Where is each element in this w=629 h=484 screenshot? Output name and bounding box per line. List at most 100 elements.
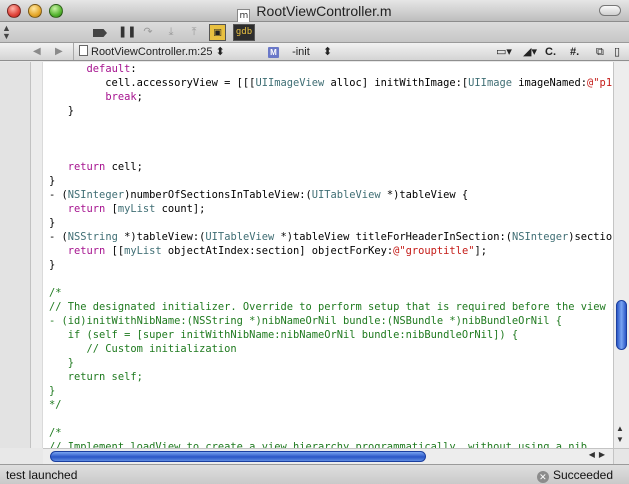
code-line[interactable]: if (self = [super initWithNibName:nibNam…: [49, 328, 613, 342]
code-text[interactable]: default: cell.accessoryView = [[[UIImage…: [49, 62, 613, 448]
debugger-window-button[interactable]: ▣: [209, 24, 226, 41]
code-line[interactable]: return [[myList objectAtIndex:section] o…: [49, 244, 613, 258]
function-popup[interactable]: M -init ⬍: [268, 45, 332, 59]
build-status-label: Succeeded: [552, 468, 613, 482]
step-over-button[interactable]: ↷: [141, 25, 155, 40]
code-token: myList: [124, 245, 162, 257]
code-token: NSString: [67, 231, 118, 243]
code-token: myList: [117, 203, 156, 215]
scrollbar-corner: [613, 449, 629, 465]
breakpoint-list-icon: ◢: [523, 46, 532, 58]
code-token: }: [49, 357, 75, 369]
code-token: /*: [49, 287, 62, 299]
pause-icon: ❚❚: [118, 26, 137, 38]
breakpoints-toggle-button[interactable]: [93, 25, 109, 40]
code-line[interactable]: [49, 118, 613, 132]
code-line[interactable]: return self;: [49, 370, 613, 384]
code-line[interactable]: cell.accessoryView = [[[UIImageView allo…: [49, 76, 613, 90]
toolbar-toggle-button[interactable]: [599, 5, 621, 16]
code-token: return self;: [49, 371, 143, 383]
code-token: [[: [105, 245, 125, 257]
class-hierarchy-popup[interactable]: C.: [545, 45, 556, 59]
step-into-icon: ⤓: [168, 26, 174, 38]
code-line[interactable]: [49, 272, 613, 286]
code-token: */: [49, 399, 62, 411]
code-token: // Custom initialization: [49, 343, 237, 355]
code-line[interactable]: /*: [49, 286, 613, 300]
code-line[interactable]: [49, 146, 613, 160]
method-badge-icon: M: [268, 47, 279, 58]
code-line[interactable]: /*: [49, 426, 613, 440]
code-line[interactable]: }: [49, 356, 613, 370]
code-line[interactable]: }: [49, 174, 613, 188]
status-message: test launched: [6, 468, 78, 482]
code-line[interactable]: // Implement loadView to create a view h…: [49, 440, 613, 448]
toolbar-stepper-icon[interactable]: ▲ ▼: [2, 24, 11, 41]
code-line[interactable]: }: [49, 258, 613, 272]
code-line[interactable]: }: [49, 104, 613, 118]
code-folding-ribbon[interactable]: [31, 62, 43, 448]
line-gutter[interactable]: [0, 62, 31, 448]
split-editor-icon: ▯: [614, 46, 621, 58]
code-line[interactable]: }: [49, 216, 613, 230]
code-line[interactable]: [49, 132, 613, 146]
code-editor[interactable]: default: cell.accessoryView = [[[UIImage…: [0, 62, 613, 448]
horizontal-scrollbar[interactable]: ◀▶: [43, 448, 629, 465]
code-line[interactable]: - (NSString *)tableView:(UITableView *)t…: [49, 230, 613, 244]
code-line[interactable]: default:: [49, 62, 613, 76]
breakpoints-popup[interactable]: ◢▾: [523, 45, 537, 59]
vertical-scroll-thumb[interactable]: [616, 300, 627, 350]
code-line[interactable]: - (NSInteger)numberOfSectionsInTableView…: [49, 188, 613, 202]
code-token: }: [49, 259, 56, 271]
code-token: )section {: [568, 231, 613, 243]
code-line[interactable]: // Custom initialization: [49, 342, 613, 356]
code-token: NSInteger: [511, 231, 569, 243]
code-line[interactable]: break;: [49, 90, 613, 104]
horizontal-scroll-arrows-icon[interactable]: ◀▶: [589, 450, 609, 459]
gdb-console-button[interactable]: gdb: [233, 24, 255, 41]
bookmarks-popup[interactable]: ▭▾: [496, 45, 512, 59]
back-arrow-icon[interactable]: ◀: [33, 45, 41, 59]
code-token: return: [67, 245, 106, 257]
file-history-label: RootViewController.m:25: [91, 46, 213, 58]
split-editor-button[interactable]: ▯: [614, 45, 620, 59]
code-line[interactable]: return [myList count];: [49, 202, 613, 216]
code-token: UIImage: [468, 77, 512, 89]
debugger-window-icon: ▣: [213, 27, 222, 37]
step-out-button[interactable]: ⤒: [187, 25, 201, 40]
vertical-scrollbar[interactable]: ▲ ▼: [613, 62, 629, 448]
code-token: return: [67, 203, 106, 215]
code-line[interactable]: */: [49, 398, 613, 412]
status-bar: test launched ✕ Succeeded: [0, 464, 629, 484]
build-result-icon: ✕: [536, 471, 549, 483]
code-token: - (id)initWithNibName:(NSString *)nibNam…: [49, 315, 562, 327]
code-token: UIImageView: [255, 77, 325, 89]
counterpart-button[interactable]: ⧉: [596, 45, 604, 59]
horizontal-scroll-thumb[interactable]: [50, 451, 426, 462]
popup-arrows-icon: ⬍: [215, 46, 225, 58]
forward-arrow-icon[interactable]: ▶: [55, 45, 63, 59]
file-history-popup[interactable]: RootViewController.m:25 ⬍: [79, 45, 225, 59]
code-token: )numberOfSectionsInTableView:(: [124, 189, 312, 201]
code-token: *)tableView titleForHeaderInSection:(: [274, 231, 512, 243]
code-token: }: [49, 217, 56, 229]
code-line[interactable]: }: [49, 384, 613, 398]
code-line[interactable]: [49, 412, 613, 426]
window-title-container: m RootViewController.m: [0, 3, 629, 24]
code-token: return: [67, 161, 106, 173]
code-token: UITableView: [311, 189, 381, 201]
document-icon: [79, 45, 88, 56]
code-line[interactable]: // The designated initializer. Override …: [49, 300, 613, 314]
code-token: ];: [474, 245, 487, 257]
nav-separator: [73, 43, 74, 60]
step-into-button[interactable]: ⤓: [164, 25, 178, 40]
pause-button[interactable]: ❚❚: [118, 25, 136, 40]
vertical-scroll-arrows-icon[interactable]: ▲ ▼: [616, 423, 624, 445]
code-line[interactable]: - (id)initWithNibName:(NSString *)nibNam…: [49, 314, 613, 328]
code-token: cell.accessoryView = [[[: [49, 77, 256, 89]
breakpoint-arrow-icon: [93, 29, 107, 37]
included-files-popup[interactable]: #.: [570, 45, 579, 59]
code-line[interactable]: return cell;: [49, 160, 613, 174]
